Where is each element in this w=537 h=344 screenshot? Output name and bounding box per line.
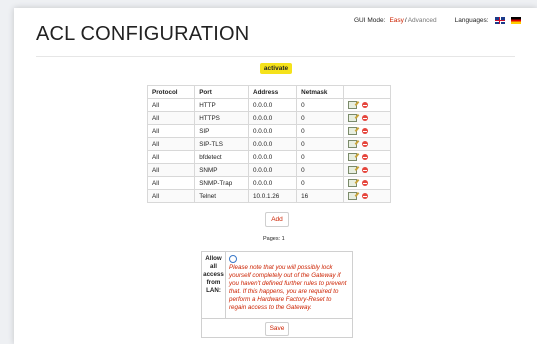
column-header-port: Port xyxy=(194,85,250,99)
gui-mode-easy-link[interactable]: Easy xyxy=(389,17,403,24)
table-row: All bfdetect 0.0.0.0 0 xyxy=(146,150,391,164)
edit-icon[interactable] xyxy=(348,153,358,161)
edit-icon[interactable] xyxy=(348,101,358,109)
cell-actions xyxy=(343,189,391,203)
delete-icon[interactable] xyxy=(362,128,369,134)
cell-netmask: 16 xyxy=(296,189,345,203)
cell-protocol: All xyxy=(146,189,196,203)
table-row: All Telnet 10.0.1.26 16 xyxy=(146,189,391,203)
cell-actions xyxy=(343,176,391,190)
cell-netmask: 0 xyxy=(296,150,345,164)
cell-address: 0.0.0.0 xyxy=(248,137,298,151)
cell-protocol: All xyxy=(146,137,196,151)
languages-label: Languages: xyxy=(454,17,489,24)
delete-icon[interactable] xyxy=(362,193,369,199)
cell-netmask: 0 xyxy=(296,137,345,151)
add-button[interactable]: Add xyxy=(265,212,289,227)
column-header-actions xyxy=(343,85,391,99)
edit-icon[interactable] xyxy=(348,192,358,200)
cell-protocol: All xyxy=(146,176,196,190)
cell-protocol: All xyxy=(146,163,196,177)
header-divider xyxy=(36,56,515,57)
cell-netmask: 0 xyxy=(296,163,345,177)
cell-protocol: All xyxy=(146,111,196,125)
table-row: All SIP-TLS 0.0.0.0 0 xyxy=(146,137,391,151)
gui-mode-separator: / xyxy=(404,17,407,24)
acl-table-body: All HTTP 0.0.0.0 0 All HTTPS 0.0.0.0 0 All SIP 0.0… xyxy=(146,98,391,203)
lan-access-box: Allow all access from LAN: Please note t… xyxy=(201,251,353,338)
table-row: All SNMP-Trap 0.0.0.0 0 xyxy=(146,176,391,190)
gui-mode-advanced-link[interactable]: Advanced xyxy=(408,17,437,24)
edit-icon[interactable] xyxy=(348,140,358,148)
cell-netmask: 0 xyxy=(296,98,345,112)
gui-mode-label: GUI Mode: xyxy=(354,17,386,24)
cell-port: bfdetect xyxy=(194,150,250,164)
acl-table: Protocol Port Address Netmask All HTTP 0.0… xyxy=(146,85,391,203)
cell-port: SNMP xyxy=(194,163,250,177)
cell-actions xyxy=(343,150,391,164)
lan-access-warning: Please note that you will possibly lock … xyxy=(229,264,347,311)
cell-port: Telnet xyxy=(194,189,250,203)
cell-port: SIP-TLS xyxy=(194,137,250,151)
cell-protocol: All xyxy=(146,124,196,138)
cell-address: 0.0.0.0 xyxy=(248,163,298,177)
column-header-netmask: Netmask xyxy=(296,85,345,99)
cell-address: 0.0.0.0 xyxy=(248,176,298,190)
save-button[interactable]: Save xyxy=(265,322,289,336)
cell-protocol: All xyxy=(146,150,196,164)
cell-port: SIP xyxy=(194,124,250,138)
cell-actions xyxy=(343,111,391,125)
table-row: All HTTPS 0.0.0.0 0 xyxy=(146,111,391,125)
cell-address: 0.0.0.0 xyxy=(248,98,298,112)
edit-icon[interactable] xyxy=(348,114,358,122)
header-controls: GUI Mode: Easy / Advanced Languages: xyxy=(354,17,521,24)
cell-address: 0.0.0.0 xyxy=(248,124,298,138)
table-header-row: Protocol Port Address Netmask xyxy=(146,85,391,99)
cell-port: HTTPS xyxy=(194,111,250,125)
cell-actions xyxy=(343,98,391,112)
table-row: All HTTP 0.0.0.0 0 xyxy=(146,98,391,112)
edit-icon[interactable] xyxy=(348,179,358,187)
delete-icon[interactable] xyxy=(362,180,369,186)
cell-netmask: 0 xyxy=(296,124,345,138)
pagination-text: Pages: 1 xyxy=(263,236,285,242)
delete-icon[interactable] xyxy=(362,102,369,108)
cell-protocol: All xyxy=(146,98,196,112)
cell-actions xyxy=(343,163,391,177)
cell-address: 10.0.1.26 xyxy=(248,189,298,203)
lan-access-content: Please note that you will possibly lock … xyxy=(229,255,349,312)
delete-icon[interactable] xyxy=(362,154,369,160)
lan-access-checkbox[interactable] xyxy=(229,255,237,263)
cell-port: HTTP xyxy=(194,98,250,112)
table-row: All SIP 0.0.0.0 0 xyxy=(146,124,391,138)
cell-netmask: 0 xyxy=(296,111,345,125)
delete-icon[interactable] xyxy=(362,115,369,121)
page-title: ACL CONFIGURATION xyxy=(36,23,250,45)
cell-port: SNMP-Trap xyxy=(194,176,250,190)
cell-address: 0.0.0.0 xyxy=(248,150,298,164)
uk-flag-icon[interactable] xyxy=(494,17,505,24)
cell-address: 0.0.0.0 xyxy=(248,111,298,125)
delete-icon[interactable] xyxy=(362,167,369,173)
lan-access-footer: Save xyxy=(202,318,352,338)
edit-icon[interactable] xyxy=(348,166,358,174)
delete-icon[interactable] xyxy=(362,141,369,147)
cell-actions xyxy=(343,124,391,138)
column-header-protocol: Protocol xyxy=(146,85,196,99)
activate-button[interactable]: activate xyxy=(260,63,292,74)
table-row: All SNMP 0.0.0.0 0 xyxy=(146,163,391,177)
lan-access-label: Allow all access from LAN: xyxy=(202,252,226,318)
cell-netmask: 0 xyxy=(296,176,345,190)
column-header-address: Address xyxy=(248,85,298,99)
edit-icon[interactable] xyxy=(348,127,358,135)
de-flag-icon[interactable] xyxy=(510,17,521,24)
cell-actions xyxy=(343,137,391,151)
